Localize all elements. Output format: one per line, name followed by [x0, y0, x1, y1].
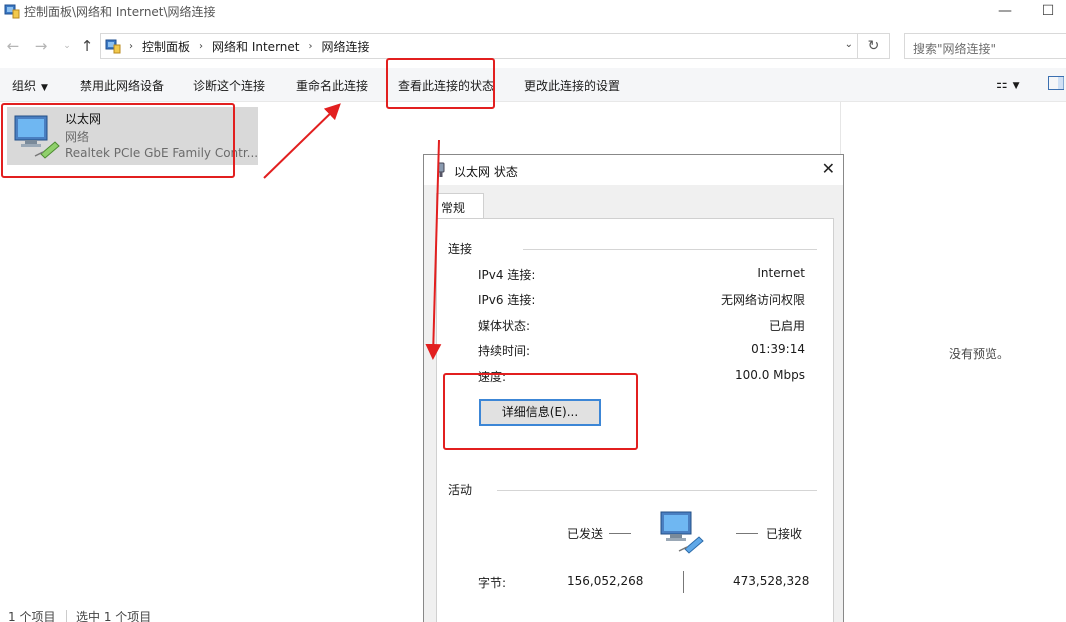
annotation-arrows [263, 103, 442, 360]
arrow-to-details [425, 139, 442, 360]
arrow-to-view-status [263, 103, 341, 179]
